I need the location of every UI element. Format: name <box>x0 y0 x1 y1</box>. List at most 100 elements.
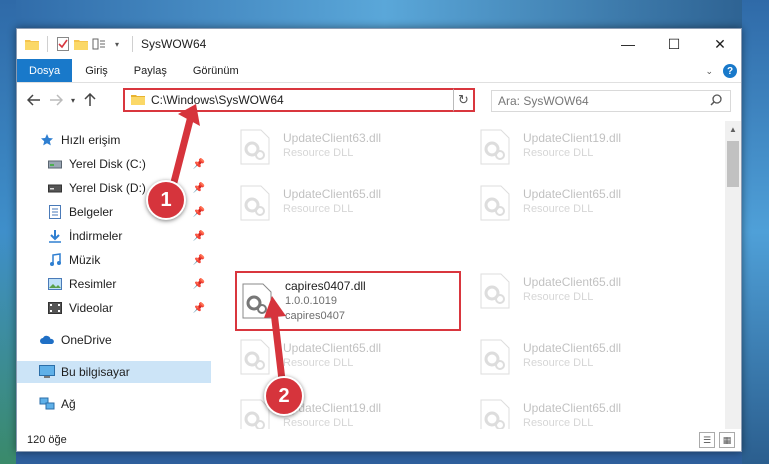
sidebar-item-onedrive[interactable]: OneDrive <box>17 329 211 351</box>
pin-icon[interactable]: 📌 <box>193 255 205 266</box>
pin-icon[interactable]: 📌 <box>193 183 205 194</box>
pin-icon[interactable]: 📌 <box>193 207 205 218</box>
sidebar-item-label: Ağ <box>61 397 76 411</box>
expand-ribbon-icon[interactable]: ⌄ <box>705 66 713 77</box>
file-tile[interactable]: UpdateClient65.dll Resource DLL <box>475 397 705 431</box>
file-tile[interactable]: UpdateClient65.dll Resource DLL <box>475 337 705 383</box>
up-button[interactable] <box>79 89 101 111</box>
file-name: UpdateClient63.dll <box>283 131 382 145</box>
tab-home[interactable]: Giriş <box>72 59 121 82</box>
music-icon <box>47 252 63 268</box>
desktop-background-left <box>0 0 16 464</box>
file-tile[interactable]: UpdateClient65.dll Resource DLL <box>475 271 705 317</box>
callout-badge-1: 1 <box>146 180 186 220</box>
file-tile-capires0407[interactable]: capires0407.dll 1.0.0.1019 capires0407 <box>235 271 461 331</box>
videos-icon <box>47 300 63 316</box>
scrollbar-thumb[interactable] <box>727 141 739 187</box>
sidebar-item-label: Yerel Disk (C:) <box>69 157 146 171</box>
dll-file-icon <box>475 183 515 223</box>
minimize-button[interactable]: — <box>605 29 651 59</box>
tab-share[interactable]: Paylaş <box>121 59 180 82</box>
view-buttons: ☰ ▦ <box>699 432 735 448</box>
download-icon <box>47 228 63 244</box>
navigation-bar: ▾ C:\Windows\SysWOW64 ⌄ ↻ Ara: SysWOW64 <box>17 84 741 116</box>
file-name: UpdateClient65.dll <box>523 187 622 201</box>
documents-icon <box>47 204 63 220</box>
file-description: capires0407 <box>285 309 345 322</box>
quick-access-toolbar: ▾ <box>17 29 137 59</box>
help-icon[interactable]: ? <box>723 64 737 78</box>
search-placeholder: Ara: SysWOW64 <box>498 94 589 108</box>
sidebar-item-local-disk-c[interactable]: Yerel Disk (C:) 📌 <box>17 153 211 175</box>
tiles-view-icon[interactable]: ▦ <box>719 432 735 448</box>
file-description: Resource DLL <box>283 147 354 159</box>
chevron-down-icon[interactable]: ▾ <box>110 37 124 51</box>
dll-file-icon <box>237 281 277 321</box>
sidebar-item-label: OneDrive <box>61 333 112 347</box>
file-tile[interactable]: UpdateClient65.dll Resource DLL <box>235 183 465 229</box>
file-description: Resource DLL <box>283 357 354 369</box>
sidebar-item-quick-access[interactable]: Hızlı erişim <box>17 129 211 151</box>
details-view-icon[interactable]: ☰ <box>699 432 715 448</box>
network-icon <box>39 396 55 412</box>
search-box[interactable]: Ara: SysWOW64 <box>491 90 731 112</box>
forward-button[interactable] <box>45 89 67 111</box>
file-tile[interactable]: UpdateClient65.dll Resource DLL <box>235 337 465 383</box>
star-icon <box>39 132 55 148</box>
close-button[interactable]: ✕ <box>697 29 741 59</box>
sidebar-item-videos[interactable]: Videolar 📌 <box>17 297 211 319</box>
maximize-button[interactable]: ☐ <box>651 29 697 59</box>
recent-locations-button[interactable]: ▾ <box>67 89 79 111</box>
drive-icon <box>47 156 63 172</box>
file-name: UpdateClient65.dll <box>523 341 622 355</box>
desktop-background-right <box>742 0 769 464</box>
address-bar[interactable]: C:\Windows\SysWOW64 ⌄ <box>123 88 474 112</box>
file-name: UpdateClient19.dll <box>523 131 622 145</box>
customize-toolbar-icon[interactable] <box>92 37 106 51</box>
vertical-scrollbar[interactable]: ▲ ▼ <box>725 121 741 447</box>
pin-icon[interactable]: 📌 <box>193 279 205 290</box>
scroll-up-icon[interactable]: ▲ <box>725 121 741 137</box>
sidebar-item-label: Müzik <box>69 253 101 267</box>
sidebar-item-network[interactable]: Ağ <box>17 393 211 415</box>
file-version: 1.0.0.1019 <box>285 294 337 307</box>
search-icon[interactable] <box>710 94 722 109</box>
file-tile[interactable]: UpdateClient19.dll Resource DLL <box>475 127 705 173</box>
dll-file-icon <box>235 183 275 223</box>
navigation-pane: Hızlı erişim Yerel Disk (C:) 📌 Yerel Dis… <box>17 121 211 431</box>
file-name: UpdateClient65.dll <box>283 341 382 355</box>
ribbon-tabs: Dosya Giriş Paylaş Görünüm ⌄ ? <box>17 59 741 83</box>
file-tile[interactable]: UpdateClient65.dll Resource DLL <box>475 183 705 229</box>
refresh-button[interactable]: ↻ <box>453 88 475 112</box>
tab-file[interactable]: Dosya <box>17 59 73 82</box>
separator <box>47 36 48 52</box>
back-button[interactable] <box>23 89 45 111</box>
sidebar-item-label: Videolar <box>69 301 113 315</box>
file-name: UpdateClient65.dll <box>283 187 382 201</box>
tab-view[interactable]: Görünüm <box>180 59 252 82</box>
properties-icon[interactable] <box>56 37 70 51</box>
drive-icon <box>47 180 63 196</box>
file-description: Resource DLL <box>283 203 354 215</box>
pictures-icon <box>47 276 63 292</box>
pin-icon[interactable]: 📌 <box>193 303 205 314</box>
sidebar-item-downloads[interactable]: İndirmeler 📌 <box>17 225 211 247</box>
ribbon-right: ⌄ ? <box>705 59 737 83</box>
pin-icon[interactable]: 📌 <box>193 231 205 242</box>
window-title: SysWOW64 <box>141 37 207 51</box>
file-tile[interactable]: UpdateClient63.dll Resource DLL <box>235 127 465 173</box>
callout-badge-2: 2 <box>264 376 304 416</box>
sidebar-item-this-pc[interactable]: Bu bilgisayar <box>17 361 211 383</box>
sidebar-item-pictures[interactable]: Resimler 📌 <box>17 273 211 295</box>
pin-icon[interactable]: 📌 <box>193 159 205 170</box>
address-path[interactable]: C:\Windows\SysWOW64 <box>151 93 456 107</box>
sidebar-item-label: Resimler <box>69 277 117 291</box>
new-folder-icon[interactable] <box>74 37 88 51</box>
folder-icon[interactable] <box>25 37 39 51</box>
cloud-icon <box>39 332 55 348</box>
dll-file-icon <box>475 271 515 311</box>
sidebar-item-music[interactable]: Müzik 📌 <box>17 249 211 271</box>
sidebar-item-label: Hızlı erişim <box>61 133 121 147</box>
status-bar: 120 öğe ☰ ▦ <box>17 429 741 451</box>
dll-file-icon <box>235 127 275 167</box>
